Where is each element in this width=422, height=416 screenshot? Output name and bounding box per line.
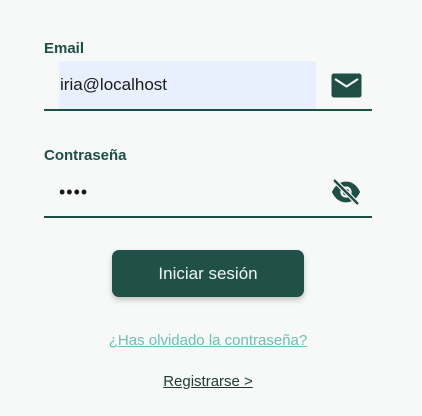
password-input[interactable] (59, 168, 316, 216)
email-input[interactable] (59, 61, 316, 109)
forgot-password-link[interactable]: ¿Has olvidado la contraseña? (0, 332, 416, 349)
password-field-group: Contraseña (44, 147, 372, 218)
envelope-icon (330, 71, 362, 99)
password-label: Contraseña (44, 147, 127, 164)
email-label: Email (44, 40, 85, 57)
eye-slash-icon[interactable] (330, 178, 362, 206)
register-link[interactable]: Registrarse > (0, 373, 416, 390)
login-button[interactable]: Iniciar sesión (112, 250, 304, 297)
email-field-group: Email (44, 40, 372, 111)
password-input-row (44, 168, 372, 218)
email-input-row (44, 61, 372, 111)
